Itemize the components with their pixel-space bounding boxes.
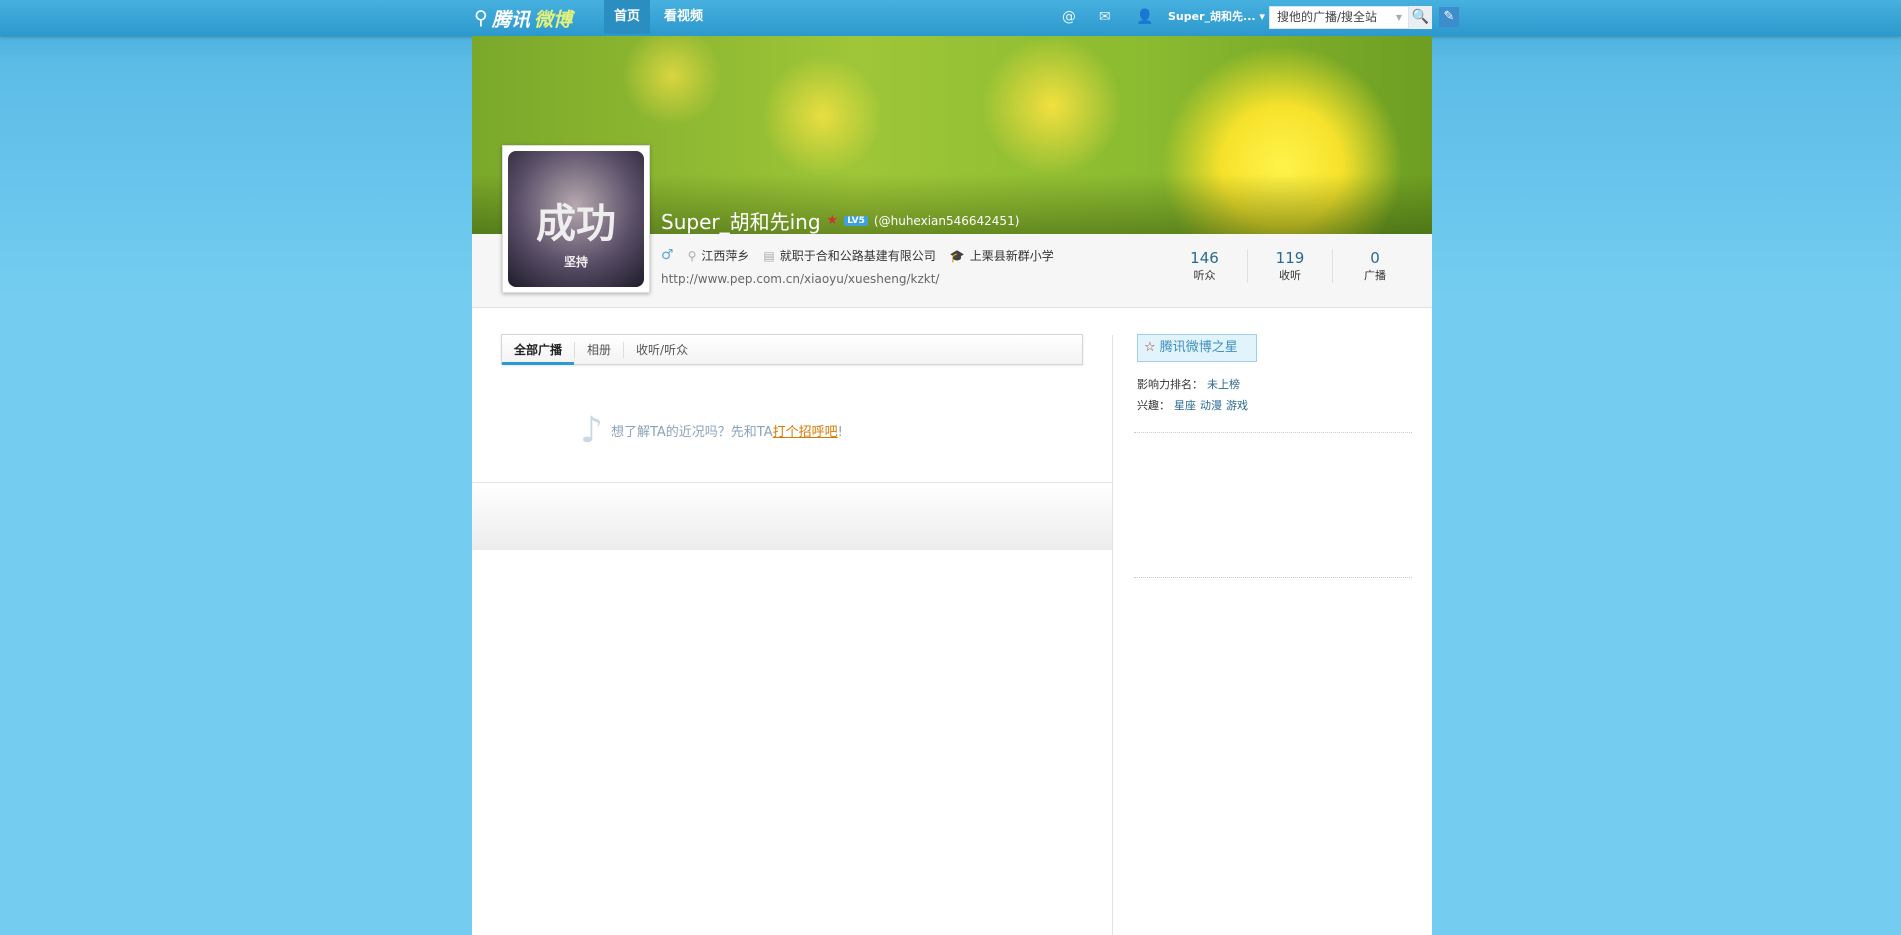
mail-icon[interactable]: ✉: [1099, 9, 1111, 25]
interests: 兴趣： 星座 动漫 游戏: [1137, 399, 1248, 412]
search-button[interactable]: 🔍: [1409, 6, 1432, 29]
search-icon: 🔍: [1411, 9, 1430, 25]
mention-icon[interactable]: @: [1062, 9, 1076, 25]
profile-page: 成功 坚持 Super_胡和先ing ★ LV5 (@huhexian546642451…: [472, 36, 1432, 935]
star-icon[interactable]: ★: [827, 213, 839, 228]
account-id: (@huhexian546642451): [873, 213, 1020, 228]
school-icon: 🎓: [949, 249, 965, 263]
top-bar: ⚲ 腾讯 微博 首页 看视频 @ ✉ 👤 Super_胡和先... ▾ 搜他的广播/…: [0, 0, 1901, 36]
user-menu[interactable]: Super_胡和先... ▾: [1168, 0, 1265, 34]
stats: 146 听众 119 收听 0 广播: [1162, 249, 1417, 283]
divider: [1134, 432, 1412, 433]
stat-following[interactable]: 119 收听: [1247, 249, 1332, 283]
compose-button[interactable]: ✎: [1439, 7, 1459, 27]
edit-icon: ✎: [1443, 9, 1455, 24]
column-divider: [1112, 335, 1113, 935]
tab-all-posts[interactable]: 全部广播: [502, 335, 575, 365]
profile-name: Super_胡和先ing ★ LV5 (@huhexian546642451): [661, 210, 1020, 234]
location-icon: ⚲: [687, 249, 697, 263]
profile-meta: ♂ ⚲ 江西萍乡 ▤ 就职于合和公路基建有限公司 🎓 上栗县新群小学: [661, 247, 1054, 263]
nav-video[interactable]: 看视频: [654, 0, 713, 34]
tab-bar: 全部广播 相册 收听/听众: [501, 334, 1083, 365]
tab-following-followers[interactable]: 收听/听众: [623, 341, 700, 358]
search-input[interactable]: 搜他的广播/搜全站 ▼: [1269, 6, 1409, 29]
gender-icon: ♂: [661, 247, 674, 263]
profile-url[interactable]: http://www.pep.com.cn/xiaoyu/xuesheng/kz…: [661, 272, 939, 286]
company-icon: ▤: [763, 249, 775, 263]
weibo-star-button[interactable]: ☆ 腾讯微博之星: [1137, 334, 1257, 362]
logo-icon: ⚲: [474, 7, 488, 29]
influence-rank: 影响力排名： 未上榜: [1137, 378, 1240, 391]
divider: [1134, 577, 1412, 578]
say-hello-link[interactable]: 打个招呼吧: [773, 425, 838, 440]
nav-home[interactable]: 首页: [604, 0, 651, 34]
music-icon: ♪: [580, 410, 603, 451]
avatar[interactable]: 成功 坚持: [502, 145, 650, 293]
user-icon[interactable]: 👤: [1136, 9, 1153, 25]
stat-followers[interactable]: 146 听众: [1162, 249, 1247, 283]
level-badge[interactable]: LV5: [844, 215, 868, 226]
chevron-down-icon[interactable]: ▼: [1396, 7, 1402, 28]
feed-footer: [472, 482, 1112, 550]
logo[interactable]: ⚲ 腾讯 微博: [474, 6, 572, 31]
tab-album[interactable]: 相册: [574, 341, 623, 358]
stat-posts[interactable]: 0 广播: [1332, 249, 1417, 283]
empty-state: ♪ 想了解TA的近况吗？先和TA打个招呼吧!: [580, 410, 843, 451]
star-icon: ☆: [1144, 340, 1156, 355]
